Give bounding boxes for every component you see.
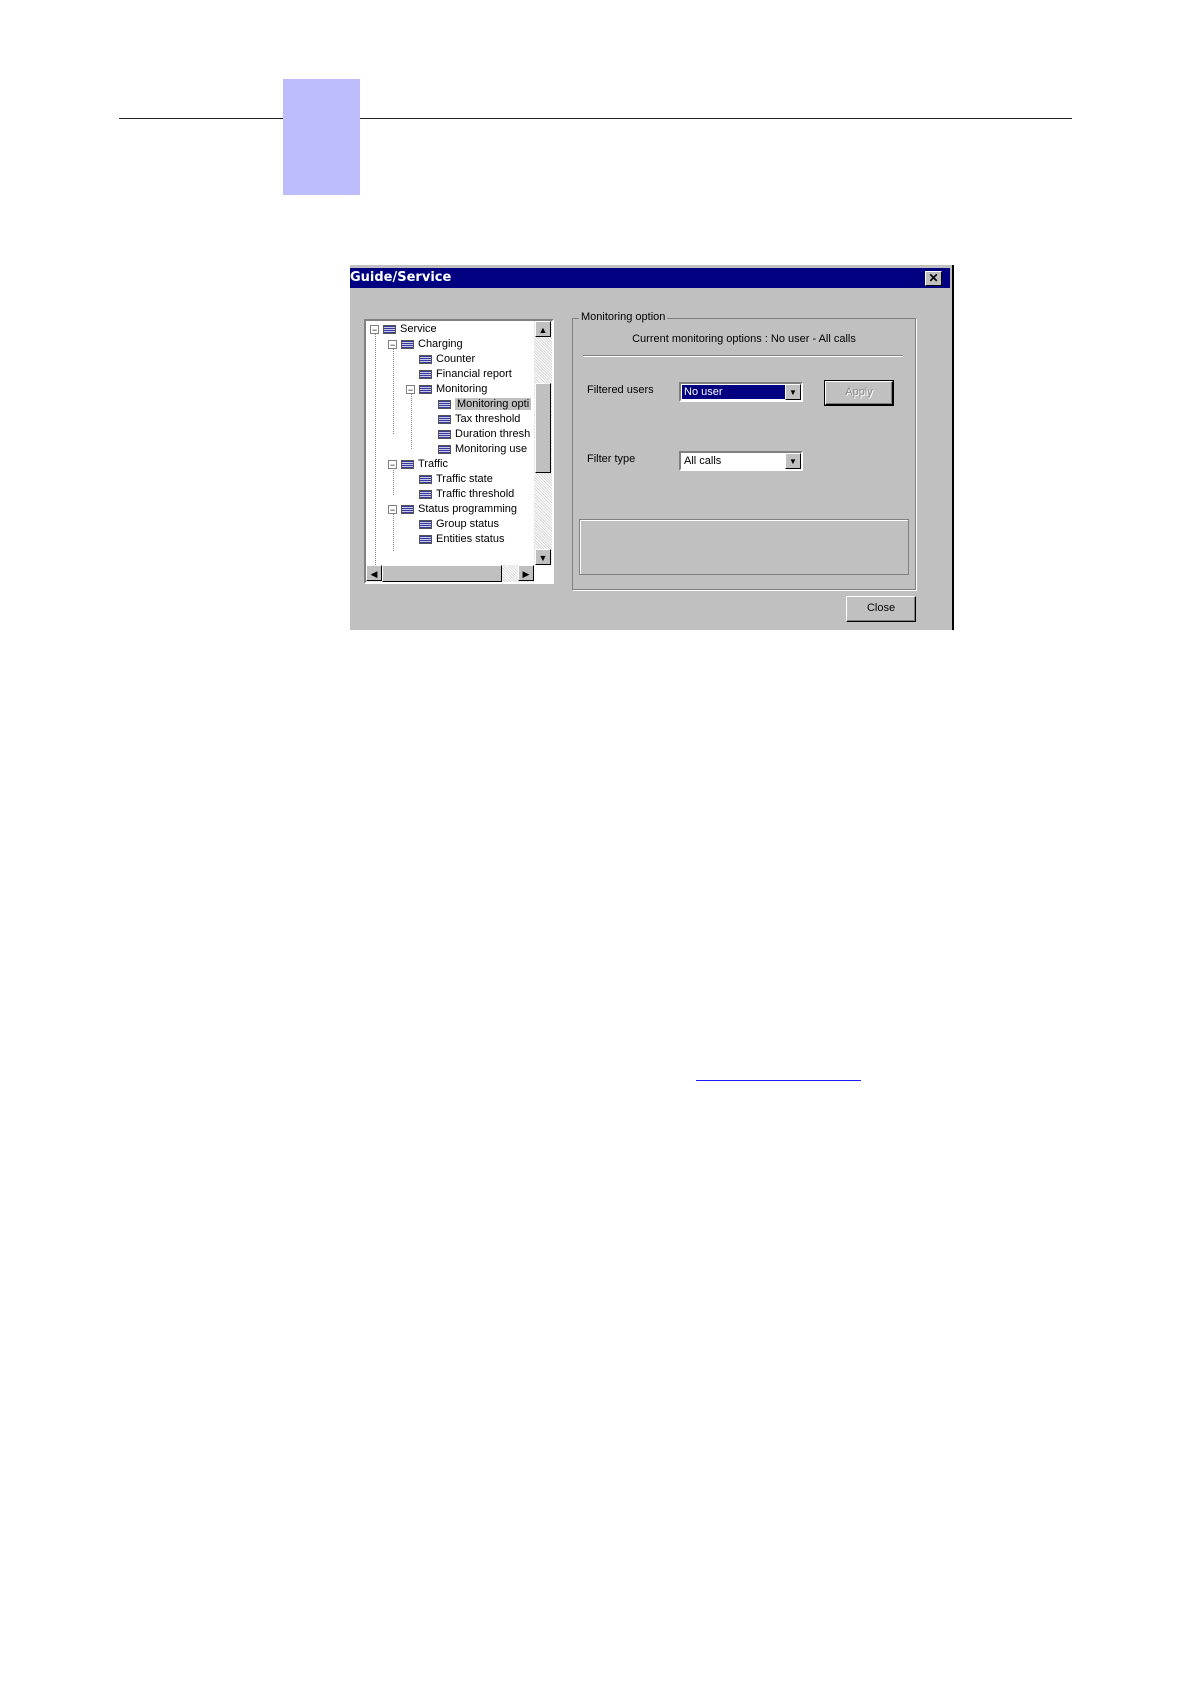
tree-item-status-programming[interactable]: − Status programming <box>388 502 517 517</box>
tree-item-duration-threshold[interactable]: Duration thresh <box>438 427 530 442</box>
tree-item-label: Entities status <box>436 533 505 545</box>
tree-item-label: Monitoring use <box>455 443 528 455</box>
hyperlink-underline[interactable] <box>696 1080 861 1081</box>
apply-button[interactable]: Apply <box>824 380 894 406</box>
tree-item-label: Monitoring <box>436 383 488 395</box>
tree-item-monitoring[interactable]: − Monitoring <box>406 382 487 397</box>
collapse-icon[interactable]: − <box>388 339 397 349</box>
tree-item-traffic-threshold[interactable]: Traffic threshold <box>419 487 514 502</box>
chevron-down-icon[interactable]: ▼ <box>785 384 801 400</box>
collapse-icon[interactable]: − <box>388 459 397 469</box>
filter-type-value: All calls <box>684 455 722 467</box>
page-icon <box>419 534 432 544</box>
tree-item-label: Counter <box>436 353 476 365</box>
close-icon[interactable]: ✕ <box>925 271 942 286</box>
collapse-icon[interactable]: − <box>406 384 415 394</box>
monitoring-option-group: Monitoring option Current monitoring opt… <box>572 311 916 590</box>
folder-icon <box>401 339 414 349</box>
separator <box>583 355 903 357</box>
horizontal-scroll-thumb[interactable] <box>382 565 502 582</box>
tree-guide-line <box>411 389 412 449</box>
collapse-icon[interactable]: − <box>388 504 397 514</box>
filtered-users-value: No user <box>681 384 787 400</box>
page-icon <box>438 429 451 439</box>
tree-item-label: Duration thresh <box>455 428 531 440</box>
dialog-title: Guide/Service <box>350 270 452 285</box>
tree-content: − Service − Charging Counter Financial rep… <box>366 321 534 565</box>
page-icon <box>438 399 451 409</box>
page-icon <box>419 369 432 379</box>
vertical-scrollbar[interactable]: ▲ ▼ <box>534 321 552 565</box>
vertical-scroll-thumb[interactable] <box>535 383 551 473</box>
scroll-left-icon[interactable]: ◀ <box>366 565 382 581</box>
page-icon <box>419 489 432 499</box>
tree-item-monitoring-options[interactable]: Monitoring opti <box>438 397 532 412</box>
tree-item-label: Status programming <box>418 503 518 515</box>
tree-item-financial-report[interactable]: Financial report <box>419 367 512 382</box>
tree-item-entities-status[interactable]: Entities status <box>419 532 504 547</box>
page-icon <box>438 414 451 424</box>
tree-item-monitoring-users[interactable]: Monitoring use <box>438 442 527 457</box>
tree-item-label: Group status <box>436 518 499 530</box>
tree-item-group-status[interactable]: Group status <box>419 517 499 532</box>
tree-guide-line <box>393 511 394 551</box>
tree-item-service[interactable]: − Service <box>370 322 437 337</box>
tree-item-label: Charging <box>418 338 463 350</box>
scroll-down-icon[interactable]: ▼ <box>535 549 551 565</box>
folder-icon <box>383 324 396 334</box>
tree-item-label: Traffic <box>418 458 448 470</box>
folder-icon <box>419 384 432 394</box>
tree-item-label: Service <box>400 323 437 335</box>
scroll-up-icon[interactable]: ▲ <box>535 321 551 337</box>
info-box <box>579 519 909 575</box>
tree-guide-line <box>393 344 394 434</box>
tree-item-label: Traffic threshold <box>436 488 515 500</box>
current-options-text: Current monitoring options : No user - A… <box>632 333 856 345</box>
group-label: Monitoring option <box>579 311 668 323</box>
tree-item-counter[interactable]: Counter <box>419 352 475 367</box>
horizontal-scrollbar[interactable]: ◀ ▶ <box>366 565 534 582</box>
filtered-users-label: Filtered users <box>587 384 654 396</box>
guide-service-dialog: Guide/Service ✕ − Service − Charging Count… <box>350 265 954 630</box>
filter-type-label: Filter type <box>587 453 636 465</box>
tree-item-label: Financial report <box>436 368 512 380</box>
page-icon <box>438 444 451 454</box>
service-tree[interactable]: − Service − Charging Counter Financial rep… <box>364 319 554 584</box>
header-rule <box>119 118 1072 119</box>
tree-item-charging[interactable]: − Charging <box>388 337 463 352</box>
tree-item-tax-threshold[interactable]: Tax threshold <box>438 412 520 427</box>
scroll-right-icon[interactable]: ▶ <box>518 565 534 581</box>
tree-item-traffic-state[interactable]: Traffic state <box>419 472 493 487</box>
tree-item-label: Monitoring opti <box>455 398 532 410</box>
tree-item-traffic[interactable]: − Traffic <box>388 457 448 472</box>
page-icon <box>419 354 432 364</box>
tree-guide-line <box>375 329 376 565</box>
tree-item-label: Traffic state <box>436 473 493 485</box>
tree-item-label: Tax threshold <box>455 413 521 425</box>
close-button[interactable]: Close <box>846 596 916 622</box>
page-icon <box>419 474 432 484</box>
title-bar[interactable]: Guide/Service ✕ <box>350 268 950 288</box>
folder-icon <box>401 459 414 469</box>
chevron-down-icon[interactable]: ▼ <box>785 453 801 469</box>
folder-icon <box>401 504 414 514</box>
filter-type-select[interactable]: All calls ▼ <box>679 451 803 471</box>
chapter-tab <box>283 79 360 195</box>
filtered-users-select[interactable]: No user ▼ <box>679 382 803 402</box>
page-icon <box>419 519 432 529</box>
collapse-icon[interactable]: − <box>370 324 379 334</box>
